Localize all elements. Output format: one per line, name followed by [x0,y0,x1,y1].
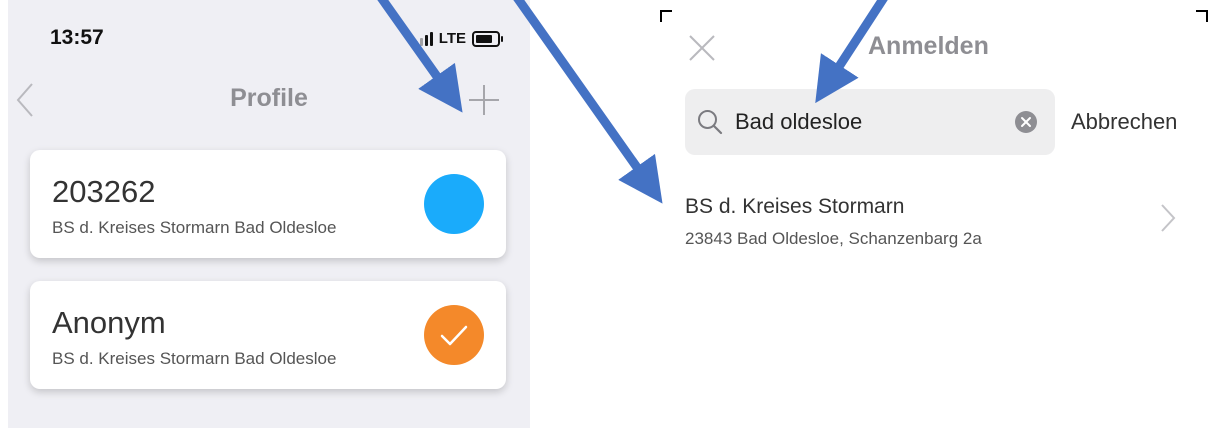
status-indicators: LTE [414,30,503,47]
profile-card-1[interactable]: 203262 BS d. Kreises Stormarn Bad Oldesl… [30,150,506,258]
crop-corner-top-right [1196,10,1208,22]
profile-selected-badge [424,305,484,365]
page-title: Anmelden [868,32,989,60]
status-time: 13:57 [50,26,104,49]
close-icon[interactable] [688,34,716,62]
nav-title: Profile [230,84,308,112]
search-input[interactable]: Bad oldesloe [685,89,1055,155]
crop-corner-top-left [660,10,672,22]
profile-name: 203262 [52,174,156,209]
result-title: BS d. Kreises Stormarn [685,195,905,218]
search-icon [698,110,723,135]
arrow-to-search-result [513,0,663,204]
profile-subtitle: BS d. Kreises Stormarn Bad Oldesloe [52,349,337,368]
profile-screen: 13:57 LTE Profile 203262 BS d. Kreises S… [8,0,530,428]
battery-icon [472,30,503,47]
profile-subtitle: BS d. Kreises Stormarn Bad Oldesloe [52,218,337,237]
add-profile-button[interactable] [468,84,500,116]
result-subtitle: 23843 Bad Oldesloe, Schanzenbarg 2a [685,229,982,248]
profile-status-dot [424,174,484,234]
profile-name: Anonym [52,305,166,340]
login-screen: Anmelden Bad oldesloe Abbrechen BS d. Kr… [660,0,1208,428]
signal-icon [414,31,433,46]
network-label: LTE [438,30,466,47]
profile-card-2[interactable]: Anonym BS d. Kreises Stormarn Bad Oldesl… [30,281,506,389]
checkmark-icon [440,325,468,346]
clear-search-icon[interactable] [1015,111,1037,133]
cancel-button[interactable]: Abbrechen [1071,109,1177,135]
search-value: Bad oldesloe [735,109,863,134]
chevron-right-icon [1161,204,1176,232]
